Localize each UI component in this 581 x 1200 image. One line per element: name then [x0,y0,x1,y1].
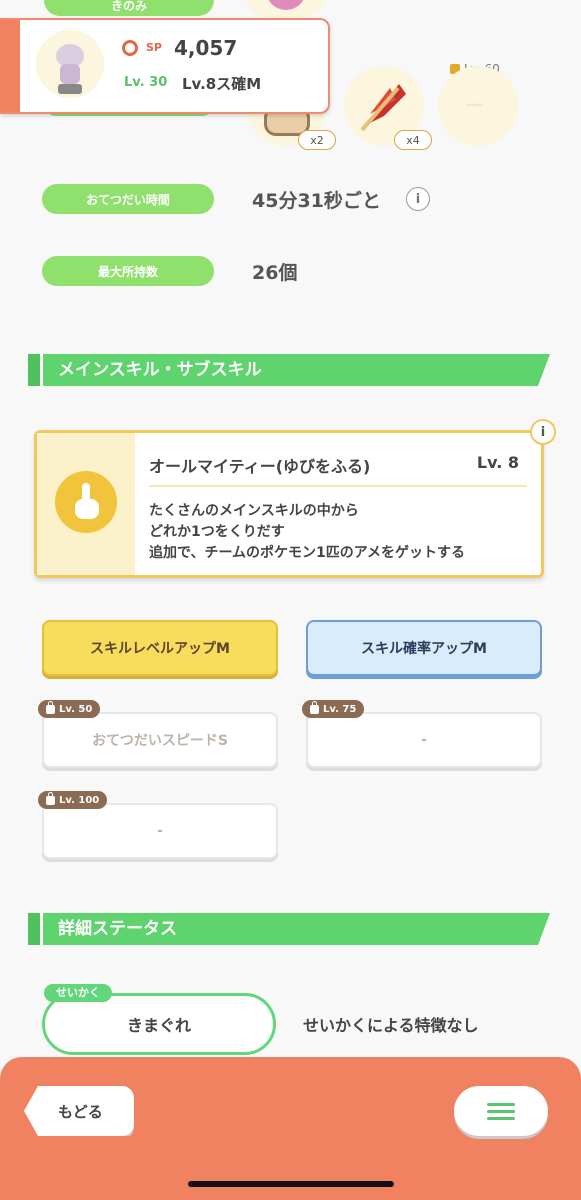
home-indicator [188,1181,394,1187]
help-time-label: おてつだい時間 [86,192,170,207]
pokemon-subskill-summary: Lv.8ス確M [182,75,262,93]
main-skill-description: たくさんのメインスキルの中から どれか1つをくりだす 追加で、チームのポケモン1… [149,503,466,561]
berry-image-partial [246,0,326,20]
subskill-slot-lv100[interactable]: - [42,803,278,859]
nature-effect: せいかくによる特徴なし [303,1016,479,1035]
menu-button[interactable] [454,1086,548,1136]
back-button[interactable]: もどる [24,1086,134,1136]
pokemon-avatar [36,30,104,98]
max-inventory-value: 26個 [252,262,298,284]
berry-label-pill: きのみ [44,0,214,16]
lock-icon [310,700,319,714]
subskill-slot-lv75[interactable]: - [306,712,542,768]
sp-icon [122,40,138,56]
finger-point-icon [75,483,99,519]
ingredient-3-placeholder: — [466,94,484,115]
ingredient-2-count: x4 [394,130,432,150]
nature-tag: せいかく [44,984,112,1002]
back-button-label: もどる [58,1103,103,1121]
skills-section-title: メインスキル・サブスキル [58,360,262,380]
subskill-lock-lv75: Lv. 75 [302,700,365,718]
sp-label: SP [146,41,162,54]
pokemon-level: Lv. 30 [124,75,168,90]
ingredient-slot-3: — [438,66,518,146]
main-skill-icon-area [37,433,135,575]
subskill-help-speed-s[interactable]: おてつだいスピードS [42,712,278,768]
subskill-lock-lv50: Lv. 50 [38,700,101,718]
max-inventory-pill: 最大所持数 [42,256,214,286]
main-skill-info-icon[interactable]: i [530,419,556,445]
subskill-skill-level-up-m[interactable]: スキルレベルアップM [42,620,278,676]
card-accent-bar [0,20,20,112]
details-section-header: 詳細ステータス [28,913,550,945]
main-skill-level: Lv. 8 [476,453,519,472]
subskill-skill-trigger-up-m[interactable]: スキル確率アップM [306,620,542,676]
main-skill-card[interactable]: オールマイティー(ゆびをふる) Lv. 8 たくさんのメインスキルの中から どれ… [34,430,544,578]
main-skill-name: オールマイティー(ゆびをふる) [149,457,371,476]
help-time-pill: おてつだい時間 [42,184,214,214]
nature-box[interactable]: きまぐれ [42,993,276,1055]
skills-section-header: メインスキル・サブスキル [28,354,550,386]
details-section-title: 詳細ステータス [58,919,177,939]
sp-value: 4,057 [174,36,238,60]
nature-value: きまぐれ [126,1016,191,1035]
hamburger-icon [487,1103,515,1121]
lock-icon [46,700,55,714]
help-time-value: 45分31秒ごと [252,190,381,212]
lock-icon [46,791,55,805]
pokemon-summary-card: SP 4,057 Lv. 30 Lv.8ス確M [0,18,330,114]
subskill-lock-lv100: Lv. 100 [38,791,108,809]
max-inventory-label: 最大所持数 [97,264,158,279]
berry-label: きのみ [110,0,147,13]
info-icon[interactable]: i [406,187,430,211]
main-skill-icon-circle [55,471,117,533]
ingredient-1-count: x2 [298,130,336,150]
mewtwo-icon [56,44,84,94]
main-skill-divider [149,485,527,487]
